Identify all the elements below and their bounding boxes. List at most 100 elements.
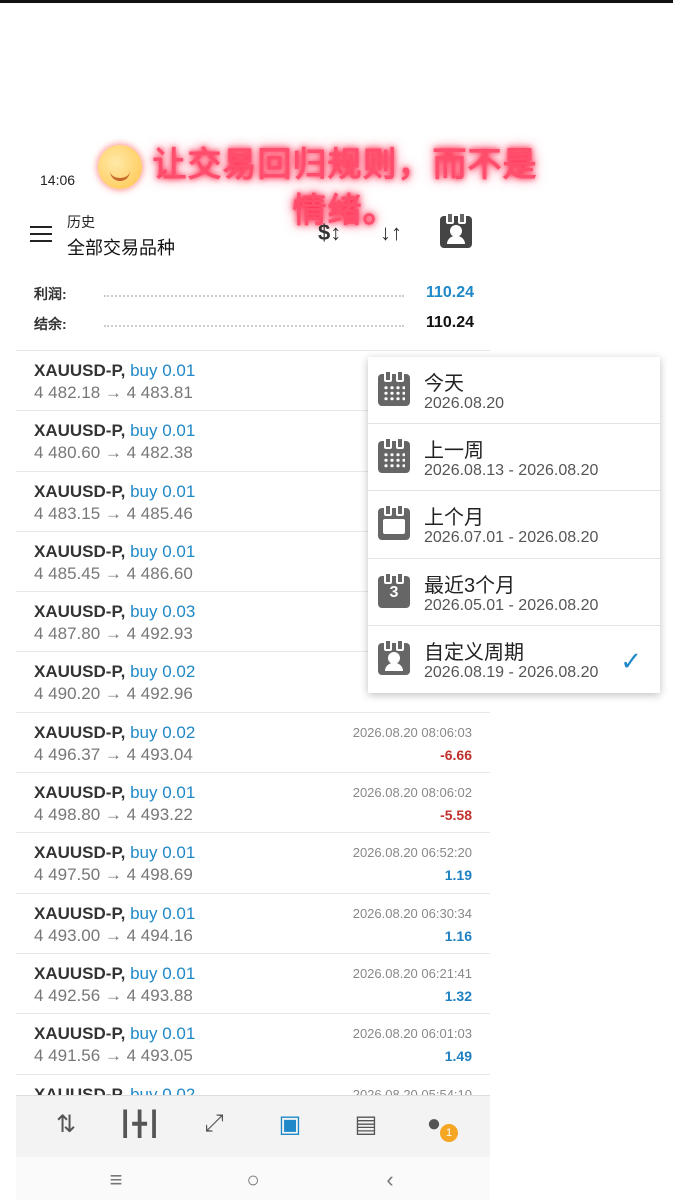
calendar-grid-icon [378,370,410,406]
period-option[interactable]: 今天 2026.08.20 [368,357,660,425]
trade-symbol: XAUUSD-P, buy 0.01 [34,421,195,441]
trade-symbol: XAUUSD-P, buy 0.03 [34,602,195,622]
trade-prices: 4 480.60 → 4 482.38 [34,443,193,463]
symbol-text: XAUUSD-P, [34,481,126,501]
trade-symbol: XAUUSD-P, buy 0.02 [34,723,195,743]
trade-prices: 4 482.18 → 4 483.81 [34,383,193,402]
chart-icon[interactable]: ┃╋┃ [118,1110,161,1139]
trade-time: 2026.08.20 06:21:41 [352,965,472,981]
trade-side: buy 0.01 [130,963,196,983]
trade-time: 2026.08.20 06:52:20 [352,845,472,861]
trade-time: 2026.08.20 06:30:34 [352,905,472,921]
calendar-week-icon [378,437,410,474]
period-label: 最近3个月 [424,574,516,597]
trade-profit: 1.16 [444,927,472,944]
dollar-sort-icon[interactable]: $↕ [318,220,341,246]
trade-side: buy 0.03 [130,602,196,622]
recents-button[interactable]: ≡ [96,1167,136,1193]
check-icon: ✓ [620,645,642,676]
trade-symbol: XAUUSD-P, buy 0.01 [34,482,195,502]
chat-badge: 1 [440,1124,458,1142]
trade-prices: 4 492.56 → 4 493.88 [34,985,193,1005]
trade-row[interactable]: XAUUSD-P, buy 0.01 4 497.50 → 4 498.69 202… [16,832,490,892]
app-header: 历史 全部交易品种 $↕ ↓↑ [0,200,490,260]
period-range: 2026.08.20 [424,395,505,412]
trade-row[interactable]: XAUUSD-P, buy 0.01 4 493.00 → 4 494.16 202… [16,892,490,953]
symbol-text: XAUUSD-P, [34,602,126,622]
symbol-text: XAUUSD-P, [34,662,126,682]
symbol-text: XAUUSD-P, [34,963,126,983]
trade-side: buy 0.01 [130,541,196,561]
trade-symbol: XAUUSD-P, buy 0.01 [34,361,195,381]
screen: 14:06 让交易回归规则，而不是 情绪。 历史 全部交易品种 $↕ ↓↑ 利润… [0,0,673,1200]
quotes-icon[interactable]: ⇅ [46,1110,86,1139]
trade-icon[interactable]: ⤢ [194,1110,234,1138]
trade-prices: 4 487.80 → 4 492.93 [34,624,193,644]
period-range: 2026.08.13 - 2026.08.20 [424,462,599,480]
period-menu: 今天 2026.08.20 上一周 2026.08.13 - 2026.08.20 上个… [368,357,660,693]
trade-symbol: XAUUSD-P, buy 0.01 [34,1024,195,1044]
trade-side: buy 0.02 [130,722,196,742]
trade-side: buy 0.01 [130,481,196,501]
calendar-number: 3 [389,583,399,601]
trade-symbol: XAUUSD-P, buy 0.01 [34,843,195,863]
trade-row[interactable]: XAUUSD-P, buy 0.02 4 496.37 → 4 493.04 202… [16,711,490,772]
history-icon[interactable]: ▣ [270,1110,310,1139]
trade-prices: 4 491.56 → 4 493.05 [34,1046,193,1066]
trade-row[interactable]: XAUUSD-P, buy 0.01 4 498.80 → 4 493.22 202… [16,772,490,832]
trade-side: buy 0.01 [130,783,196,803]
profit-label: 利润: [34,286,67,302]
trade-side: buy 0.01 [130,1024,196,1044]
calendar-month-icon [378,504,410,541]
trade-time: 2026.08.20 08:06:03 [352,724,472,740]
profit-dots [104,295,404,297]
symbol-text: XAUUSD-P, [34,361,126,380]
bottom-nav: ⇅ ┃╋┃ ⤢ ▣ ▤ ● 1 [16,1095,490,1157]
trade-prices: 4 498.80 → 4 493.22 [34,805,193,825]
period-range: 2026.05.01 - 2026.08.20 [424,596,599,614]
period-option[interactable]: 上个月 2026.07.01 - 2026.08.20 [368,491,660,559]
trade-prices: 4 496.37 → 4 493.04 [34,744,193,764]
period-option[interactable]: 上一周 2026.08.13 - 2026.08.20 [368,424,660,492]
period-option[interactable]: 3 最近3个月 2026.05.01 - 2026.08.20 [368,559,660,626]
calendar-custom-icon [378,638,410,675]
trade-prices: 4 497.50 → 4 498.69 [34,865,193,885]
period-label: 上个月 [424,507,484,530]
page-title: 历史 [67,214,95,230]
system-nav: ≡ ○ ‹ [16,1157,490,1200]
menu-icon[interactable] [30,226,52,242]
trade-symbol: XAUUSD-P, buy 0.01 [34,964,195,984]
trade-prices: 4 485.45 → 4 486.60 [34,563,193,583]
profit-value: 110.24 [425,284,474,301]
sort-icon[interactable]: ↓↑ [380,220,402,246]
trade-symbol: XAUUSD-P, buy 0.01 [34,542,195,562]
trade-symbol: XAUUSD-P, buy 0.02 [34,662,195,682]
period-range: 2026.08.19 - 2026.08.20 [424,663,599,681]
calendar-3-icon: 3 [378,571,410,608]
balance-row: 结余: 110.24 [34,314,474,338]
back-button[interactable]: ‹ [370,1167,410,1193]
symbol-text: XAUUSD-P, [34,783,126,803]
period-option[interactable]: 自定义周期 2026.08.19 - 2026.08.20 ✓ [368,626,660,693]
news-icon[interactable]: ▤ [346,1110,386,1139]
profit-row: 利润: 110.24 [34,284,474,308]
calendar-icon[interactable] [440,212,472,248]
symbol-filter[interactable]: 全部交易品种 [67,234,175,260]
top-border [0,0,673,3]
trade-profit: 1.49 [444,1048,472,1065]
trade-side: buy 0.01 [130,843,196,863]
balance-dots [104,325,404,327]
balance-label: 结余: [34,316,67,332]
trade-row[interactable]: XAUUSD-P, buy 0.01 4 492.56 → 4 493.88 202… [16,952,490,1013]
symbol-text: XAUUSD-P, [34,722,126,742]
period-label: 上一周 [424,440,484,463]
status-time: 14:06 [40,172,76,188]
period-range: 2026.07.01 - 2026.08.20 [424,529,599,547]
trade-profit: -5.58 [440,807,472,824]
trade-row[interactable]: XAUUSD-P, buy 0.01 4 491.56 → 4 493.05 202… [16,1013,490,1073]
symbol-text: XAUUSD-P, [34,843,126,863]
home-button[interactable]: ○ [233,1167,273,1193]
trade-prices: 4 493.00 → 4 494.16 [34,925,193,945]
trade-profit: 1.19 [444,867,472,884]
symbol-text: XAUUSD-P, [34,421,126,441]
